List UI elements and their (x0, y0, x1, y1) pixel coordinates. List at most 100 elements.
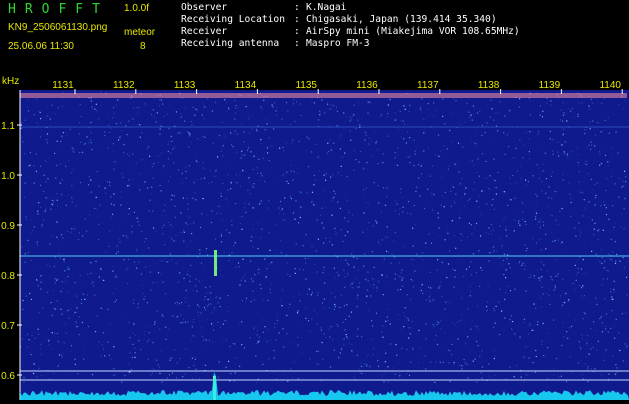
meteor-echo[interactable] (214, 250, 217, 276)
noise-dot (476, 305, 479, 307)
noise-dot (415, 187, 417, 189)
noise-dot (250, 240, 252, 242)
noise-dot (345, 328, 347, 331)
noise-dot (337, 201, 339, 203)
noise-dot (584, 129, 586, 131)
noise-dot (235, 104, 237, 107)
noise-dot (389, 323, 391, 325)
noise-dot (61, 179, 63, 181)
noise-dot (523, 318, 525, 320)
noise-dot (338, 273, 340, 275)
noise-dot (117, 251, 119, 253)
noise-dot (400, 288, 402, 291)
noise-dot (71, 342, 73, 344)
noise-dot (180, 322, 182, 324)
spectrogram-area[interactable] (20, 90, 629, 400)
noise-dot (323, 298, 325, 300)
noise-dot (174, 146, 176, 148)
noise-dot (493, 307, 495, 310)
noise-dot (440, 150, 442, 152)
noise-dot (220, 213, 222, 215)
noise-dot (582, 215, 584, 217)
noise-dot (552, 171, 554, 173)
noise-dot (378, 280, 380, 282)
noise-dot (455, 193, 457, 195)
noise-dot (242, 258, 244, 260)
noise-dot (253, 155, 255, 157)
noise-dot (614, 183, 616, 185)
noise-dot (604, 266, 606, 269)
noise-dot (276, 107, 278, 109)
noise-dot (424, 207, 426, 209)
noise-dot (377, 365, 380, 367)
noise-dot (180, 232, 182, 234)
noise-dot (93, 207, 96, 209)
noise-dot (493, 349, 495, 351)
noise-dot (351, 343, 353, 345)
noise-dot (594, 368, 596, 370)
noise-dot (409, 155, 411, 157)
noise-dot (131, 231, 133, 233)
noise-dot (115, 123, 118, 125)
noise-dot (565, 381, 568, 383)
noise-dot (188, 305, 190, 307)
noise-dot (182, 318, 184, 320)
noise-dot (495, 305, 497, 307)
noise-dot (406, 349, 408, 351)
noise-dot (392, 367, 394, 369)
noise-dot (189, 133, 191, 135)
noise-dot (422, 252, 424, 254)
noise-dot (142, 159, 144, 161)
noise-dot (521, 202, 523, 204)
noise-dot (608, 253, 610, 255)
noise-dot (542, 110, 544, 112)
noise-dot (73, 313, 75, 316)
noise-dot (71, 197, 73, 199)
noise-dot (191, 233, 193, 235)
noise-dot (579, 235, 581, 237)
noise-dot (591, 227, 593, 230)
noise-dot (138, 173, 140, 175)
noise-dot (394, 152, 396, 154)
noise-dot (538, 221, 540, 223)
noise-dot (159, 184, 161, 187)
noise-dot (385, 320, 387, 322)
noise-dot (36, 279, 38, 281)
noise-dot (80, 116, 82, 118)
noise-dot (203, 337, 205, 339)
noise-dot (125, 125, 127, 127)
noise-dot (472, 360, 474, 362)
noise-dot (355, 159, 357, 161)
noise-dot (44, 210, 46, 212)
noise-dot (346, 336, 348, 338)
noise-dot (273, 327, 276, 329)
noise-dot (622, 108, 624, 110)
noise-dot (435, 335, 437, 337)
noise-dot (477, 158, 479, 160)
noise-dot (436, 324, 438, 326)
noise-dot (245, 211, 247, 214)
noise-dot (529, 158, 531, 160)
noise-dot (536, 269, 538, 271)
noise-dot (283, 219, 285, 221)
noise-dot (186, 246, 188, 248)
noise-dot (279, 200, 282, 203)
noise-dot (480, 235, 482, 237)
noise-dot (88, 214, 90, 216)
noise-dot (139, 136, 141, 138)
noise-dot (384, 204, 387, 206)
noise-dot (369, 137, 371, 139)
noise-dot (177, 281, 180, 283)
noise-dot (554, 285, 556, 287)
noise-dot (412, 347, 414, 349)
noise-dot (417, 361, 419, 364)
noise-dot (403, 311, 405, 314)
noise-dot (334, 227, 336, 230)
noise-dot (367, 112, 369, 114)
noise-dot (56, 199, 58, 201)
noise-dot (260, 237, 262, 239)
noise-dot (166, 261, 168, 263)
noise-dot (482, 153, 484, 155)
noise-dot (490, 99, 492, 101)
noise-dot (367, 101, 369, 103)
